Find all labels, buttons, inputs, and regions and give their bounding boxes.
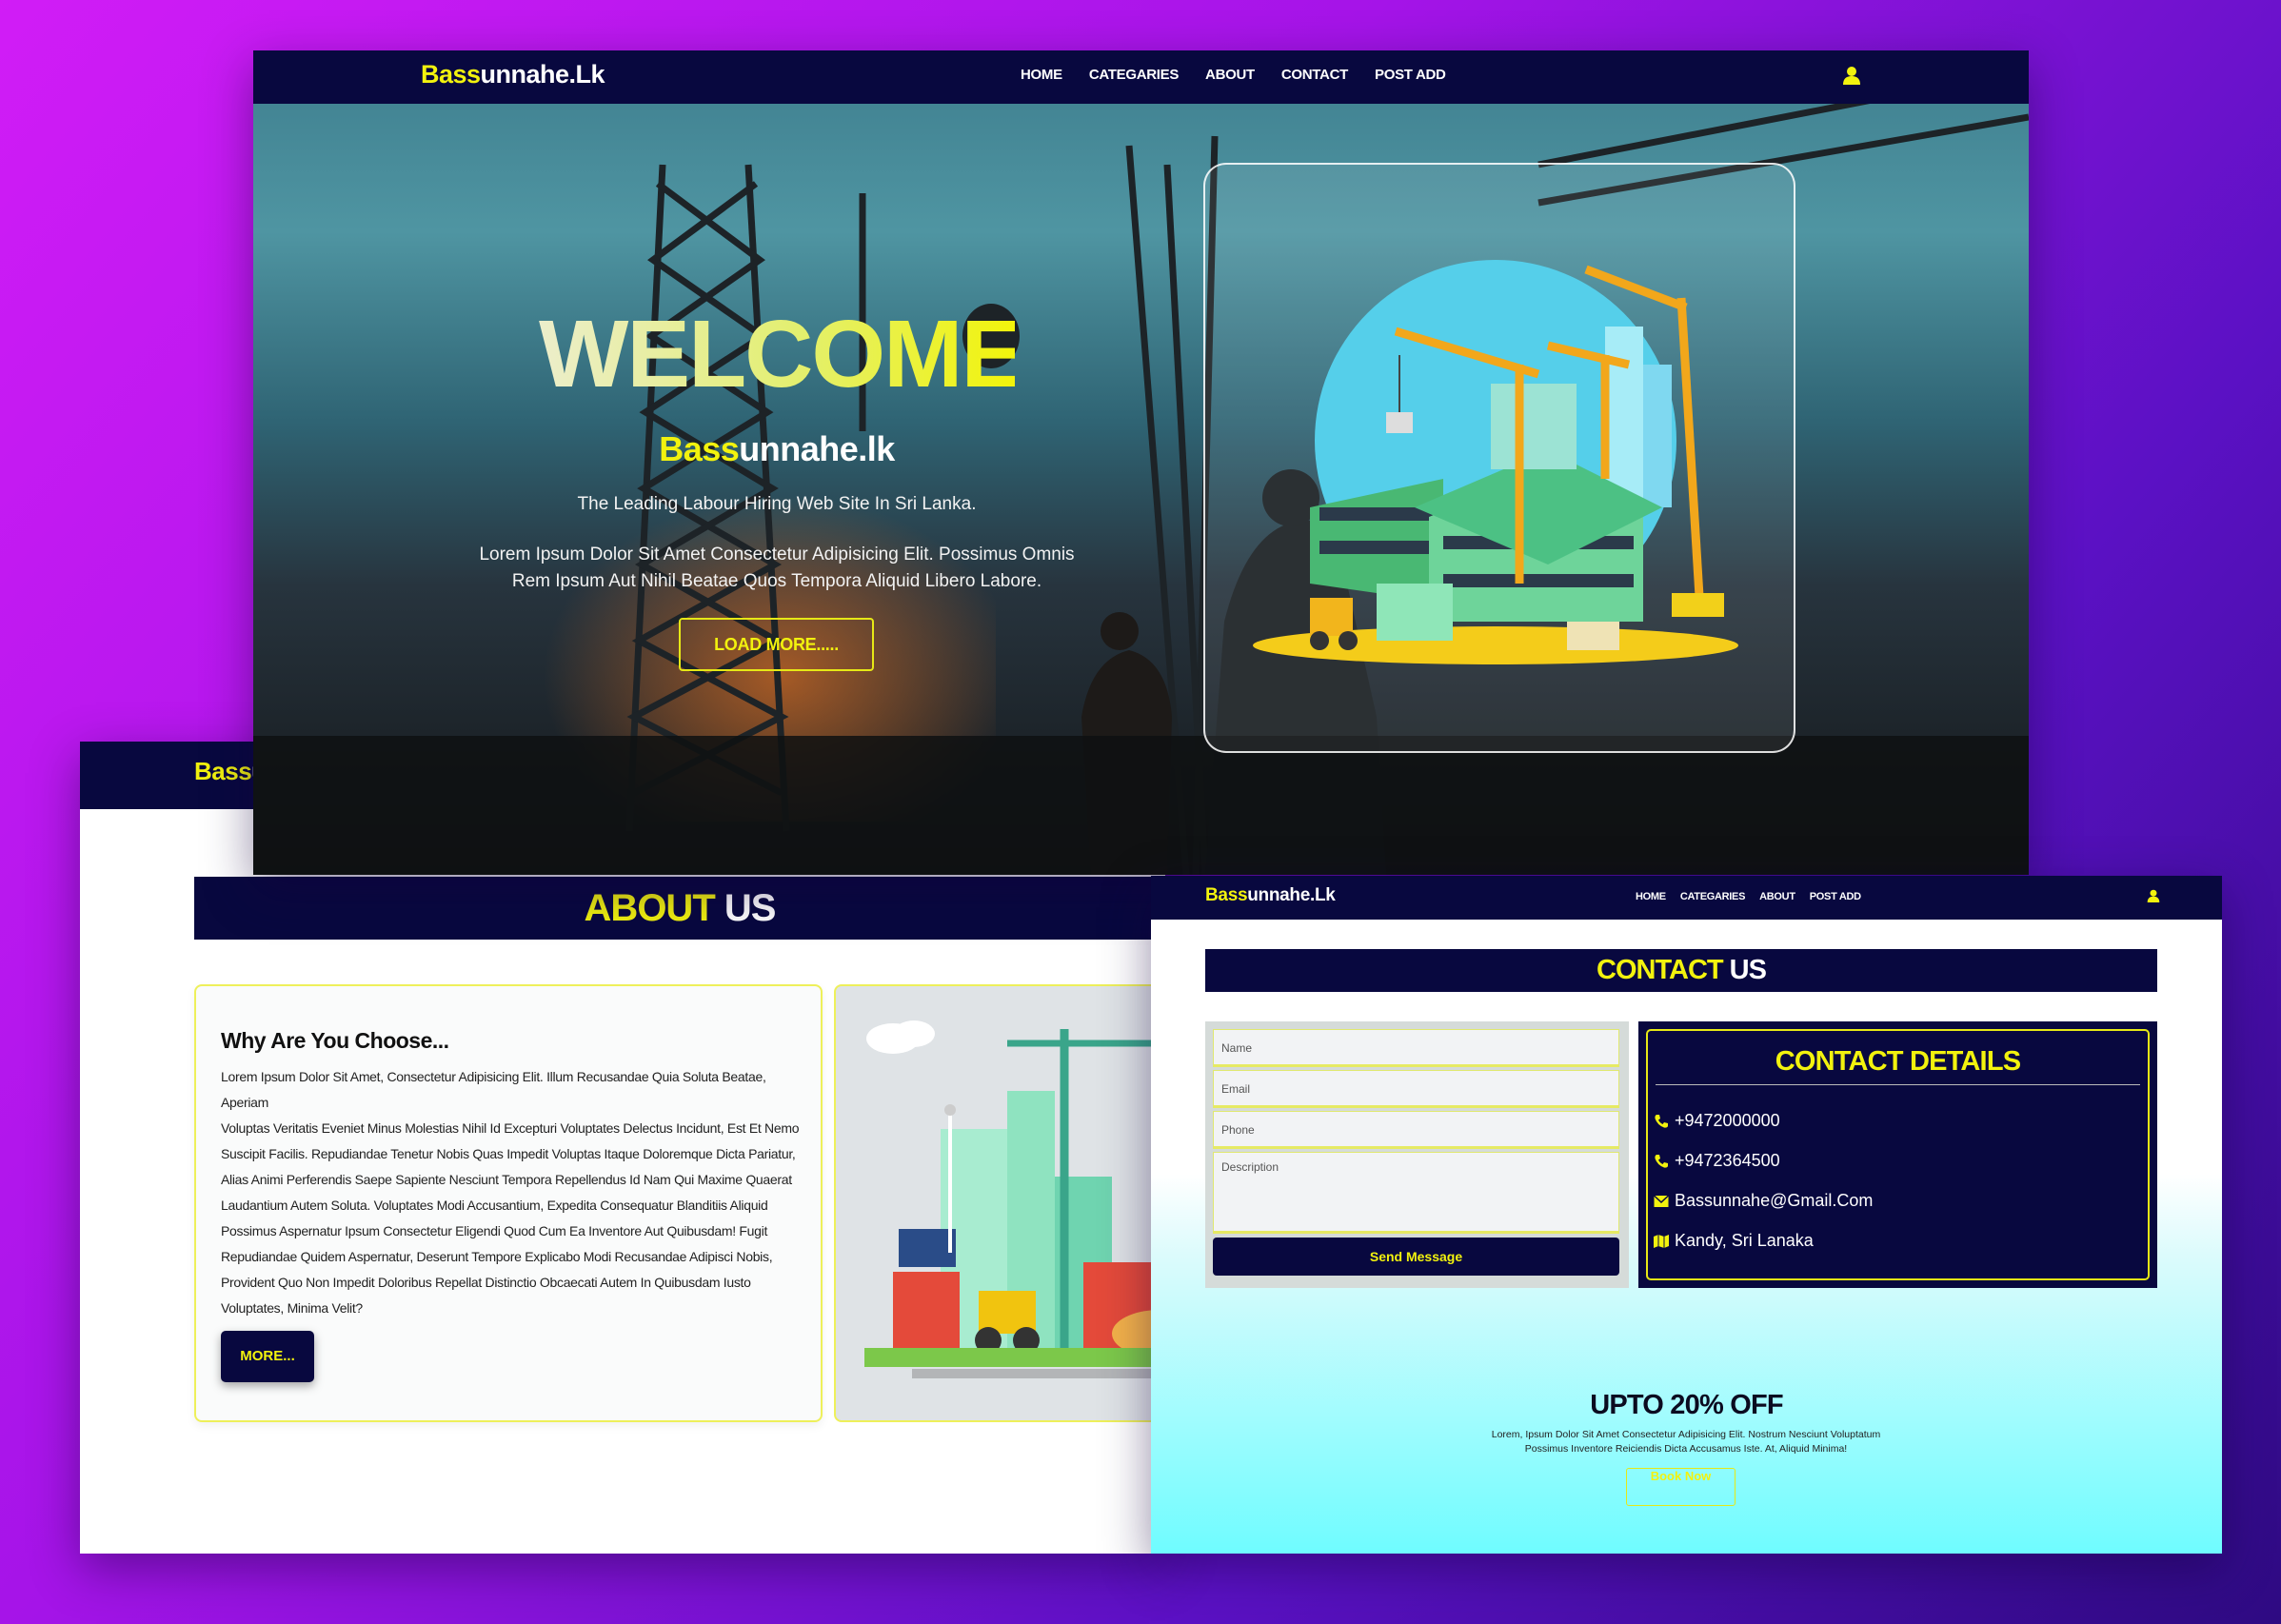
logo-rest: unnahe.Lk — [480, 60, 605, 89]
send-message-button[interactable]: Send Message — [1213, 1238, 1619, 1276]
brand-highlight: Bass — [659, 429, 740, 468]
divider — [1656, 1084, 2140, 1085]
about-text-line: Lorem Ipsum Dolor Sit Amet, Consectetur … — [221, 1069, 766, 1110]
logo-highlight: Bass — [421, 60, 481, 89]
about-heading-rest: US — [714, 887, 777, 929]
nav-contact[interactable]: CONTACT — [1281, 67, 1348, 83]
contact-form: Name Email Phone Description Send Messag… — [1205, 1021, 1629, 1288]
contact-nav-menu: HOME CATEGARIES ABOUT POST ADD — [1636, 891, 1861, 902]
contact-details-panel: CONTACT DETAILS +9472000000 +9472364500 … — [1638, 1021, 2157, 1288]
nav-home[interactable]: HOME — [1021, 67, 1062, 83]
hero-image-card — [1203, 163, 1795, 753]
contact-logo[interactable]: Bassunnahe.Lk — [1205, 885, 1336, 906]
email-row[interactable]: Bassunnahe@Gmail.Com — [1654, 1191, 1873, 1211]
hero-description-line: Rem Ipsum Aut Nihil Beatae Quos Tempora … — [511, 571, 1042, 591]
hero-welcome-title: WELCOME — [539, 301, 1024, 407]
about-text-line: Suscipit Facilis. Repudiandae Tenetur No… — [221, 1146, 796, 1161]
contact-navbar: Bassunnahe.Lk HOME CATEGARIES ABOUT POST… — [1151, 876, 2222, 920]
hero-nav-menu: HOME CATEGARIES ABOUT CONTACT POST ADD — [1021, 67, 1446, 83]
description-textarea[interactable]: Description — [1213, 1152, 1619, 1234]
promo-title: UPTO 20% OFF — [1590, 1390, 1783, 1420]
phone-number: +9472000000 — [1675, 1111, 1780, 1130]
map-icon — [1654, 1234, 1669, 1248]
about-text-line: Provident Quo Non Impedit Doloribus Repe… — [221, 1275, 751, 1290]
nav-post-add[interactable]: POST ADD — [1375, 67, 1446, 83]
nav-about[interactable]: ABOUT — [1205, 67, 1255, 83]
hero-page-screenshot: Bassunnahe.Lk HOME CATEGARIES ABOUT CONT… — [253, 50, 2029, 875]
about-us-heading: ABOUT US — [194, 877, 1165, 940]
user-icon[interactable] — [2147, 888, 2160, 903]
about-card-title: Why Are You Choose... — [221, 1028, 449, 1053]
promo-text-line: Lorem, Ipsum Dolor Sit Amet Consectetur … — [1491, 1429, 1881, 1440]
address: Kandy, Sri Lanaka — [1675, 1231, 1814, 1250]
about-text-line: Laudantium Autem Soluta. Voluptates Modi… — [221, 1198, 768, 1213]
phone-number: +9472364500 — [1675, 1151, 1780, 1170]
logo-highlight: Bass — [194, 757, 252, 785]
about-text-line: Possimus Aspernatur Ipsum Consectetur El… — [221, 1223, 768, 1238]
contact-page-screenshot: Bassunnahe.Lk HOME CATEGARIES ABOUT POST… — [1151, 876, 2222, 1554]
phone-row-1[interactable]: +9472000000 — [1654, 1111, 1780, 1131]
hero-brand-name: Bassunnahe.lk — [539, 429, 1015, 469]
envelope-icon — [1654, 1194, 1669, 1207]
contact-details-box: CONTACT DETAILS +9472000000 +9472364500 … — [1646, 1029, 2150, 1280]
name-input[interactable]: Name — [1213, 1029, 1619, 1067]
nav-home[interactable]: HOME — [1636, 891, 1666, 902]
contact-heading-highlight: CONTACT — [1597, 955, 1724, 985]
email-address: Bassunnahe@Gmail.Com — [1675, 1191, 1874, 1210]
phone-input[interactable]: Phone — [1213, 1111, 1619, 1149]
load-more-button[interactable]: LOAD MORE..... — [679, 618, 874, 671]
promo-text: Lorem, Ipsum Dolor Sit Amet Consectetur … — [1448, 1428, 1924, 1456]
hero-description: Lorem Ipsum Dolor Sit Amet Consectetur A… — [444, 542, 1110, 595]
book-now-button[interactable]: Book Now — [1626, 1468, 1736, 1506]
brand-rest: unnahe.lk — [739, 429, 895, 468]
address-row[interactable]: Kandy, Sri Lanaka — [1654, 1231, 1814, 1251]
construction-illustration — [1253, 260, 1738, 664]
hero-description-line: Lorem Ipsum Dolor Sit Amet Consectetur A… — [479, 545, 1075, 564]
phone-icon — [1655, 1154, 1668, 1168]
logo-highlight: Bass — [1205, 885, 1248, 905]
promo-text-line: Possimus Inventore Reiciendis Dicta Accu… — [1524, 1443, 1848, 1455]
phone-icon — [1655, 1114, 1668, 1128]
about-text-line: Alias Animi Perferendis Saepe Sapiente N… — [221, 1172, 792, 1187]
about-text-line: Voluptates, Minima Velit? — [221, 1300, 363, 1316]
email-input[interactable]: Email — [1213, 1070, 1619, 1108]
hero-logo[interactable]: Bassunnahe.Lk — [421, 60, 605, 89]
nav-post-add[interactable]: POST ADD — [1810, 891, 1861, 902]
about-text-line: Repudiandae Quidem Aspernatur, Deserunt … — [221, 1249, 773, 1264]
hero-navbar: Bassunnahe.Lk HOME CATEGARIES ABOUT CONT… — [253, 50, 2029, 104]
about-text-line: Voluptas Veritatis Eveniet Minus Molesti… — [221, 1120, 800, 1136]
nav-about[interactable]: ABOUT — [1759, 891, 1795, 902]
about-card: Why Are You Choose... Lorem Ipsum Dolor … — [194, 984, 823, 1422]
contact-heading-rest: US — [1722, 955, 1767, 985]
nav-categaries[interactable]: CATEGARIES — [1680, 891, 1746, 902]
about-card-text: Lorem Ipsum Dolor Sit Amet, Consectetur … — [221, 1064, 802, 1321]
about-heading-highlight: ABOUT — [584, 887, 716, 929]
logo-rest: unnahe.Lk — [1247, 885, 1336, 905]
hero-tagline: The Leading Labour Hiring Web Site In Sr… — [577, 494, 977, 514]
phone-row-2[interactable]: +9472364500 — [1654, 1151, 1780, 1171]
contact-us-heading: CONTACT US — [1205, 949, 2157, 992]
about-illustration — [834, 984, 1165, 1422]
about-more-button[interactable]: MORE... — [221, 1331, 314, 1382]
contact-details-title: CONTACT DETAILS — [1775, 1046, 2021, 1077]
nav-categaries[interactable]: CATEGARIES — [1089, 67, 1180, 83]
user-icon[interactable] — [1842, 65, 1861, 86]
